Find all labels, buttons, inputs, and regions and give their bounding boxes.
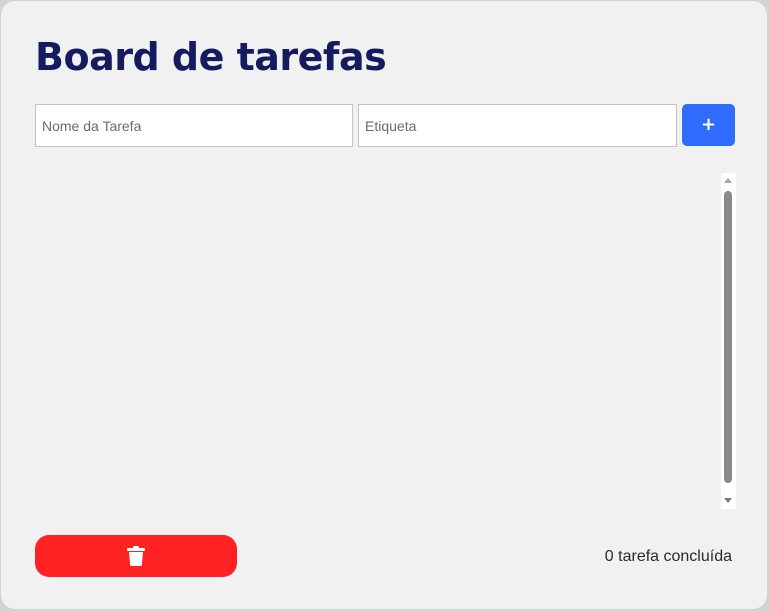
add-task-button[interactable]: + — [682, 104, 735, 146]
scroll-up-arrow-icon[interactable] — [724, 178, 732, 183]
scroll-down-arrow-icon[interactable] — [724, 498, 732, 503]
tag-input[interactable] — [358, 104, 677, 147]
scrollbar-thumb[interactable] — [724, 191, 732, 483]
task-list — [35, 173, 721, 509]
delete-completed-button[interactable] — [35, 535, 237, 577]
task-name-input[interactable] — [35, 104, 353, 147]
task-list-scrollbar[interactable] — [721, 173, 736, 509]
completed-count-status: 0 tarefa concluída — [604, 548, 732, 565]
board-card: Board de tarefas + 0 tarefa concluída — [1, 1, 767, 609]
page-title: Board de tarefas — [35, 35, 387, 79]
trash-icon — [127, 546, 145, 566]
